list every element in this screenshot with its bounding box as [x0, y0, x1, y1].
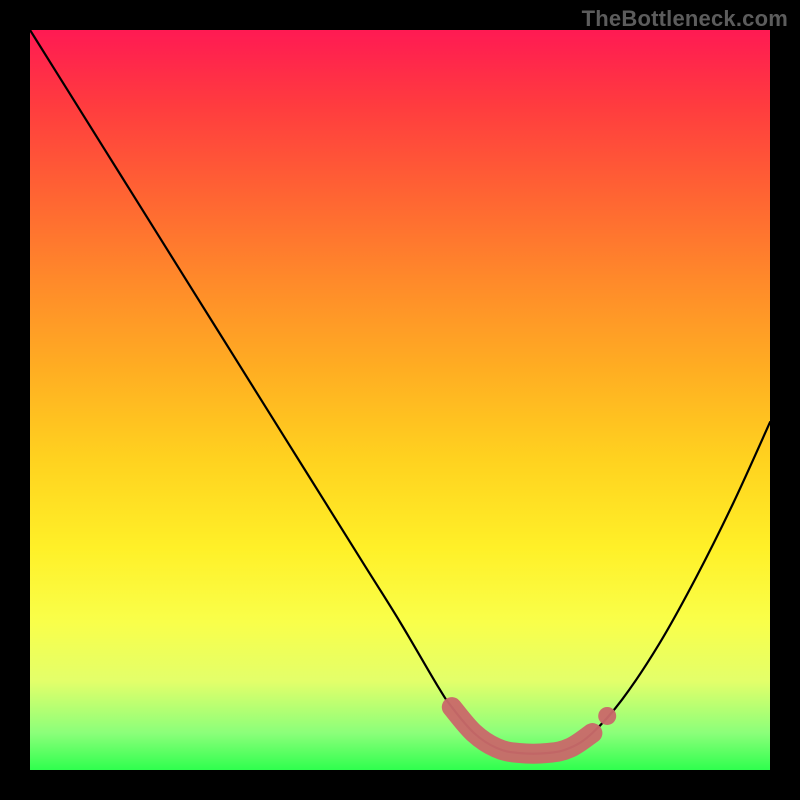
curve-layer	[30, 30, 770, 770]
minimum-band-marker	[452, 707, 593, 754]
chart-frame: TheBottleneck.com	[0, 0, 800, 800]
plot-area	[30, 30, 770, 770]
watermark-text: TheBottleneck.com	[582, 6, 788, 32]
marker-dot	[598, 707, 616, 725]
bottleneck-curve	[30, 30, 770, 754]
